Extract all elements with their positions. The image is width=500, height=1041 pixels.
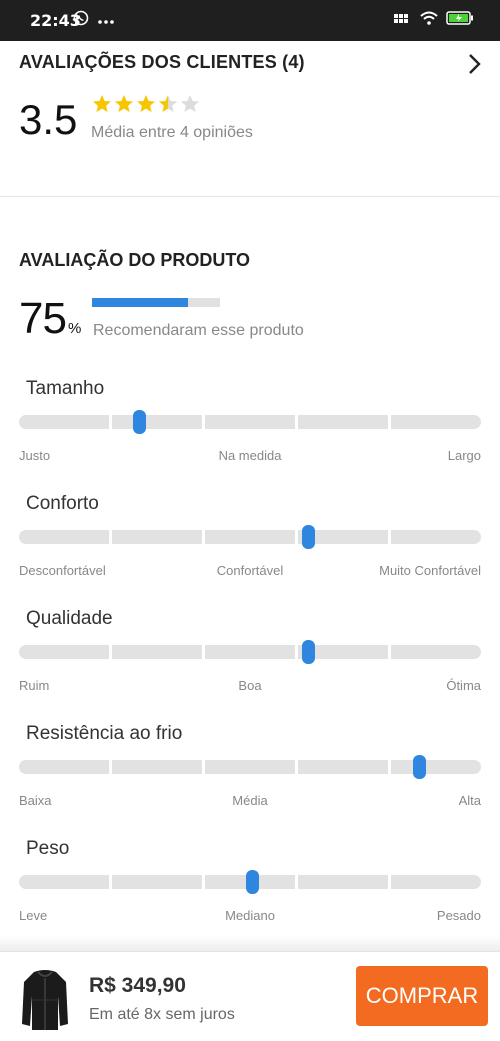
rating-attribute: Conforto Desconfortável Confortável Muito C… [0,493,500,593]
whatsapp-icon [73,10,89,31]
more-icon [97,12,115,30]
reviews-header[interactable]: AVALIAÇÕES DOS CLIENTES (4) [19,52,484,76]
recommend-percent-value: 75 [19,294,67,343]
recommend-text: Recomendaram esse produto [93,322,304,339]
slider-segment [391,415,481,429]
wifi-icon [420,11,438,30]
slider-segment [205,415,295,429]
percent-sign: % [67,320,82,337]
slider-segment [391,760,481,774]
scale-label-low: Ruim [19,678,50,693]
attribute-name: Qualidade [26,608,113,629]
slider-segment [19,530,109,544]
scale-label-mid: Na medida [218,448,282,463]
scale-label-mid: Boa [238,678,262,693]
slider-thumb [412,755,426,779]
scale-label-low: Desconfortável [19,563,106,578]
slider-segment [112,645,202,659]
scale-label-high: Largo [447,448,481,463]
chevron-right-icon[interactable] [466,52,484,76]
slider-segment [391,530,481,544]
slider-thumb [246,870,260,894]
average-rating: 3.5 [19,96,78,143]
scale-label-high: Pesado [436,908,481,923]
slider-segment [112,875,202,889]
slider-segment [112,530,202,544]
scale-label-high: Muito Confortável [379,563,481,578]
slider-segment [112,415,202,429]
product-eval-title: AVALIAÇÃO DO PRODUTO [19,250,251,270]
scale-label-low: Justo [19,448,51,463]
slider-segment [112,760,202,774]
slider-segment [19,760,109,774]
installments-text: Em até 8x sem juros [89,1006,235,1023]
recommend-percent: 75% [19,294,81,344]
slider-thumb [133,410,147,434]
scale-label-high: Ótima [446,678,481,693]
star-icon [158,94,178,119]
slider-segment [205,645,295,659]
slider-segment [205,760,295,774]
slider-thumb [301,640,315,664]
slider-segment [205,530,295,544]
reviews-title: AVALIAÇÕES DOS CLIENTES (4) [19,52,305,72]
attribute-slider-track [19,645,481,659]
scale-label-low: Baixa [19,793,52,808]
star-rating [92,94,200,119]
slider-segment [19,645,109,659]
scale-label-low: Leve [19,908,48,923]
scale-label-mid: Confortável [216,563,284,578]
slider-segment [391,645,481,659]
star-icon [114,94,134,119]
attribute-name: Conforto [26,493,99,514]
slider-thumb [301,525,315,549]
star-icon [180,94,200,119]
rating-attribute: Resistência ao frio Baixa Média Alta [0,723,500,823]
rating-attribute: Peso Leve Mediano Pesado [0,838,500,938]
signal-icon [394,11,412,30]
scale-label-mid: Média [232,793,268,808]
attribute-slider-track [19,415,481,429]
buy-button[interactable]: COMPRAR [356,966,488,1026]
attribute-slider-track [19,760,481,774]
rating-subtitle: Média entre 4 opiniões [91,124,253,141]
divider [0,196,500,197]
status-bar: 22:43 [0,0,500,41]
attribute-name: Resistência ao frio [26,723,183,744]
attribute-name: Tamanho [26,378,105,399]
recommend-progress-fill [92,298,188,307]
star-icon [136,94,156,119]
slider-segment [19,875,109,889]
product-thumbnail[interactable] [20,966,70,1032]
rating-attribute: Tamanho Justo Na medida Largo [0,378,500,478]
scale-label-mid: Mediano [225,908,275,923]
slider-segment [19,415,109,429]
slider-segment [298,875,388,889]
rating-attribute: Qualidade Ruim Boa Ótima [0,608,500,708]
product-price: R$ 349,90 [89,974,186,997]
slider-segment [298,760,388,774]
bottom-shadow [0,935,500,951]
attribute-slider-track [19,530,481,544]
star-icon [92,94,112,119]
scale-label-high: Alta [458,793,481,808]
bottom-buy-bar: R$ 349,90 Em até 8x sem juros COMPRAR [0,951,500,1041]
slider-segment [391,875,481,889]
slider-segment [298,415,388,429]
attribute-name: Peso [26,838,70,859]
recommend-progress-bar [92,298,220,307]
battery-icon [446,11,474,30]
